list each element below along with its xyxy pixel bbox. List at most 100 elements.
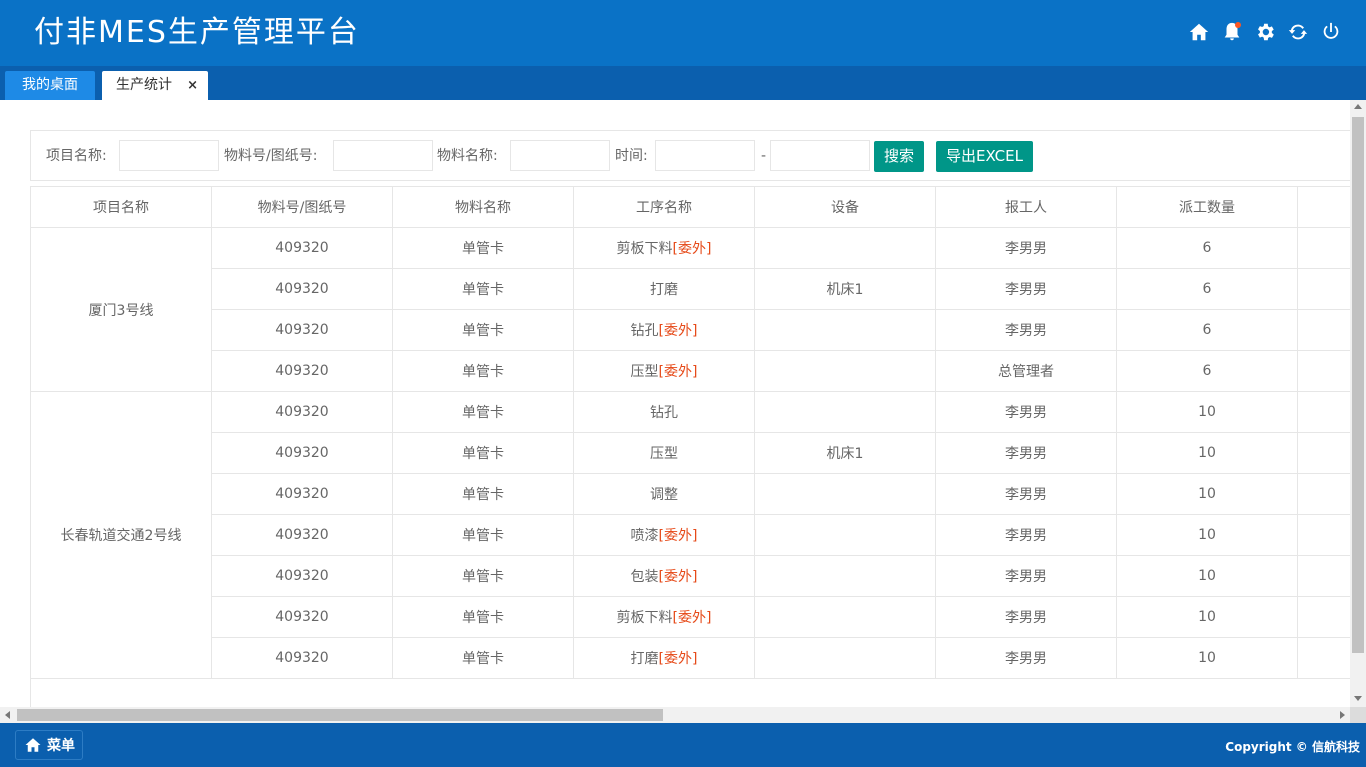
col-header-project: 项目名称 [30, 186, 212, 228]
cell-device [754, 391, 936, 433]
cell-material: 单管卡 [392, 473, 574, 515]
outsourced-tag: [委外] [658, 651, 698, 667]
cell-part-number: 409320 [211, 432, 393, 474]
cell-overflow [1297, 637, 1350, 679]
scroll-right-arrow-icon[interactable] [1340, 711, 1345, 719]
cell-device [754, 596, 936, 638]
cell-part-number: 409320 [211, 555, 393, 597]
col-header-process: 工序名称 [573, 186, 755, 228]
time-end-input[interactable] [770, 140, 870, 171]
cell-material: 单管卡 [392, 432, 574, 474]
horizontal-scroll-thumb[interactable] [17, 709, 663, 721]
search-button[interactable]: 搜索 [874, 141, 925, 172]
cell-reporter: 李男男 [935, 596, 1117, 638]
cell-material: 单管卡 [392, 227, 574, 269]
project-name-input[interactable] [119, 140, 219, 171]
col-header-device: 设备 [754, 186, 936, 228]
refresh-icon[interactable] [1287, 21, 1309, 43]
material-name-input[interactable] [510, 140, 610, 171]
cell-project-name: 长春轨道交通2号线 [30, 391, 212, 679]
cell-reporter: 总管理者 [935, 350, 1117, 392]
part-number-label: 物料号/图纸号: [224, 148, 318, 164]
cell-process: 打磨[委外] [573, 637, 755, 679]
cell-dispatch-qty: 6 [1116, 309, 1298, 351]
cell-process: 压型[委外] [573, 350, 755, 392]
cell-part-number: 409320 [211, 268, 393, 310]
process-name: 喷漆 [630, 528, 659, 544]
copyright-text: Copyright © 信航科技 [1225, 740, 1360, 754]
cell-process: 压型 [573, 432, 755, 474]
process-name: 钻孔 [650, 405, 678, 421]
home-icon[interactable] [1188, 21, 1210, 43]
outsourced-tag: [委外] [658, 528, 698, 544]
time-start-input[interactable] [655, 140, 755, 171]
cell-dispatch-qty: 10 [1116, 473, 1298, 515]
cell-material: 单管卡 [392, 514, 574, 556]
process-name: 打磨 [650, 282, 678, 298]
cell-part-number: 409320 [211, 596, 393, 638]
col-header-overflow [1297, 186, 1350, 228]
app-header: 付非MES生产管理平台 [0, 0, 1366, 66]
cell-dispatch-qty: 6 [1116, 227, 1298, 269]
scroll-down-arrow-icon[interactable] [1354, 696, 1362, 701]
table-row: 409320 单管卡 剪板下料[委外] 李男男 10 [31, 596, 1350, 638]
bell-icon[interactable] [1221, 21, 1243, 43]
process-name: 调整 [650, 487, 678, 503]
cell-part-number: 409320 [211, 309, 393, 351]
cell-material: 单管卡 [392, 309, 574, 351]
cell-dispatch-qty: 10 [1116, 596, 1298, 638]
cell-part-number: 409320 [211, 391, 393, 433]
vertical-scroll-thumb[interactable] [1352, 117, 1364, 653]
export-excel-button[interactable]: 导出EXCEL [936, 141, 1033, 172]
tab-production-stats[interactable]: 生产统计 × [102, 71, 208, 100]
close-icon[interactable]: × [187, 71, 198, 100]
table-row: 409320 单管卡 钻孔[委外] 李男男 6 [31, 309, 1350, 351]
app-footer: 菜单 Copyright © 信航科技 [0, 723, 1366, 767]
tab-label: 我的桌面 [22, 77, 78, 93]
cell-reporter: 李男男 [935, 227, 1117, 269]
gear-icon[interactable] [1254, 21, 1276, 43]
process-name: 压型 [630, 364, 659, 380]
cell-overflow [1297, 432, 1350, 474]
cell-device [754, 514, 936, 556]
scrollbar-corner [1350, 707, 1366, 723]
cell-dispatch-qty: 6 [1116, 268, 1298, 310]
cell-material: 单管卡 [392, 391, 574, 433]
cell-overflow [1297, 473, 1350, 515]
cell-reporter: 李男男 [935, 473, 1117, 515]
main-content: 项目名称: 物料号/图纸号: 物料名称: 时间: - 搜索 导出EXCEL 项目… [0, 100, 1350, 707]
cell-process: 喷漆[委外] [573, 514, 755, 556]
cell-device [754, 637, 936, 679]
table-row: 409320 单管卡 喷漆[委外] 李男男 10 [31, 514, 1350, 556]
col-header-dispatch-qty: 派工数量 [1116, 186, 1298, 228]
cell-device [754, 350, 936, 392]
cell-part-number: 409320 [211, 473, 393, 515]
table-row: 厦门3号线 409320 单管卡 剪板下料[委外] 李男男 6 [30, 227, 1350, 392]
process-name: 钻孔 [630, 323, 659, 339]
col-header-material: 物料名称 [392, 186, 574, 228]
cell-overflow [1297, 596, 1350, 638]
vertical-scrollbar[interactable] [1350, 100, 1366, 707]
cell-reporter: 李男男 [935, 268, 1117, 310]
part-number-input[interactable] [333, 140, 433, 171]
cell-dispatch-qty: 6 [1116, 350, 1298, 392]
horizontal-scrollbar[interactable] [0, 707, 1350, 723]
cell-device: 机床1 [754, 432, 936, 474]
tab-my-desktop[interactable]: 我的桌面 [5, 71, 95, 100]
time-label: 时间: [615, 148, 648, 164]
cell-material: 单管卡 [392, 596, 574, 638]
table-row: 409320 单管卡 调整 李男男 10 [31, 473, 1350, 515]
power-icon[interactable] [1320, 21, 1342, 43]
outsourced-tag: [委外] [658, 569, 698, 585]
scroll-left-arrow-icon[interactable] [5, 711, 10, 719]
cell-process: 打磨 [573, 268, 755, 310]
cell-material: 单管卡 [392, 637, 574, 679]
cell-material: 单管卡 [392, 268, 574, 310]
scroll-up-arrow-icon[interactable] [1354, 104, 1362, 109]
table-body: 厦门3号线 409320 单管卡 剪板下料[委外] 李男男 6 409320 单管卡 打磨 机床1… [30, 227, 1350, 679]
menu-button[interactable]: 菜单 [15, 730, 83, 760]
material-name-label: 物料名称: [437, 148, 498, 164]
table-row: 409320 单管卡 包装[委外] 李男男 10 [31, 555, 1350, 597]
outsourced-tag: [委外] [658, 323, 698, 339]
process-name: 包装 [630, 569, 659, 585]
